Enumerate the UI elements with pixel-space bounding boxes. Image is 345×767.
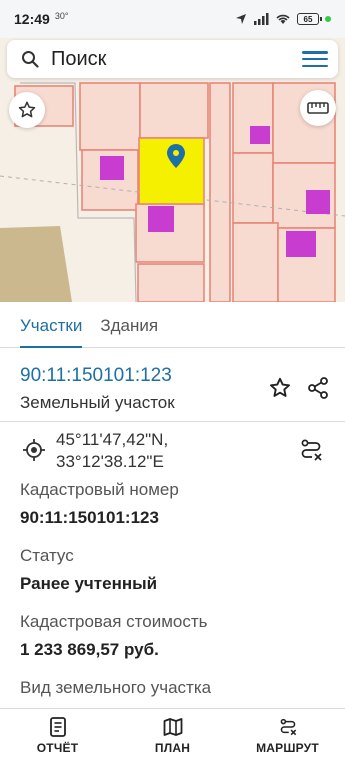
- parcel-header: 90:11:150101:123 Земельный участок: [0, 349, 345, 421]
- map-parcel: [232, 222, 279, 302]
- info-label: Кадастровая стоимость: [20, 612, 208, 631]
- map-parcel: [137, 263, 205, 302]
- info-label: Статус: [20, 546, 74, 565]
- map-building: [148, 206, 174, 232]
- info-cadastral-number: Кадастровый номер 90:11:150101:123: [20, 480, 330, 546]
- star-icon: [18, 101, 36, 118]
- status-bar: 12:49 30° 65: [0, 0, 345, 38]
- info-value: 1 233 869,57 руб.: [20, 640, 159, 659]
- wifi-icon: [276, 14, 290, 24]
- info-cadastral-value: Кадастровая стоимость 1 233 869,57 руб.: [20, 612, 330, 678]
- tab-buildings[interactable]: Здания: [100, 302, 158, 347]
- menu-line: [302, 51, 328, 54]
- info-label: Кадастровый номер: [20, 480, 179, 499]
- plan-button[interactable]: ПЛАН: [115, 709, 230, 767]
- report-button[interactable]: ОТЧЁТ: [0, 709, 115, 767]
- map-building: [100, 156, 124, 180]
- map-icon: [163, 718, 182, 736]
- coordinate-latitude: 45°11'47,42"N,: [56, 430, 169, 449]
- menu-line: [302, 64, 328, 67]
- map-building: [250, 126, 270, 144]
- battery-indicator: 65: [297, 13, 322, 25]
- status-time: 12:49: [14, 11, 50, 27]
- status-temperature: 30°: [54, 11, 69, 21]
- tab-parcels[interactable]: Участки: [20, 302, 83, 348]
- search-input[interactable]: [51, 47, 271, 71]
- route-label: МАРШРУТ: [256, 741, 319, 755]
- location-arrow-icon: [236, 14, 246, 24]
- route-button[interactable]: МАРШРУТ: [230, 709, 345, 767]
- object-type-tabs: Участки Здания: [0, 302, 345, 348]
- map-building: [286, 231, 316, 257]
- info-value: Ранее учтенный: [20, 574, 158, 593]
- privacy-dot: [325, 16, 331, 22]
- coordinates-row: 45°11'47,42"N, 33°12'38.12"E: [0, 421, 345, 477]
- document-icon: [49, 717, 66, 737]
- favorite-map-button[interactable]: [9, 92, 45, 128]
- parcel-info: Кадастровый номер 90:11:150101:123 Стату…: [20, 480, 330, 744]
- coordinate-longitude: 33°12'38.12"E: [56, 452, 164, 471]
- plan-label: ПЛАН: [154, 741, 191, 755]
- info-status: Статус Ранее учтенный: [20, 546, 330, 612]
- map-parcel: [232, 152, 274, 224]
- ruler-button[interactable]: [300, 90, 336, 126]
- info-value[interactable]: 90:11:150101:123: [20, 508, 330, 530]
- menu-line: [302, 57, 328, 61]
- route-icon: [280, 718, 296, 736]
- bottom-navigation: ОТЧЁТ ПЛАН МАРШРУТ: [0, 708, 345, 767]
- info-label: Вид земельного участка: [20, 678, 212, 697]
- signal-icon: [254, 13, 269, 25]
- search-icon: [22, 51, 39, 68]
- route-icon[interactable]: [298, 437, 324, 463]
- map-parcel: [209, 82, 231, 302]
- crosshair-target-icon[interactable]: [22, 438, 46, 462]
- search-bar: [7, 40, 338, 78]
- terrain-area: [0, 226, 72, 302]
- map-parcel: [79, 82, 141, 151]
- map-parcel: [139, 82, 209, 139]
- ruler-icon: [307, 102, 329, 114]
- share-icon[interactable]: [306, 376, 330, 400]
- star-icon[interactable]: [268, 376, 292, 400]
- map-building: [306, 190, 330, 214]
- report-label: ОТЧЁТ: [36, 741, 79, 755]
- hamburger-menu-icon[interactable]: [302, 48, 328, 70]
- coordinates-text[interactable]: 45°11'47,42"N, 33°12'38.12"E: [56, 429, 168, 473]
- status-indicators: 65: [235, 13, 331, 25]
